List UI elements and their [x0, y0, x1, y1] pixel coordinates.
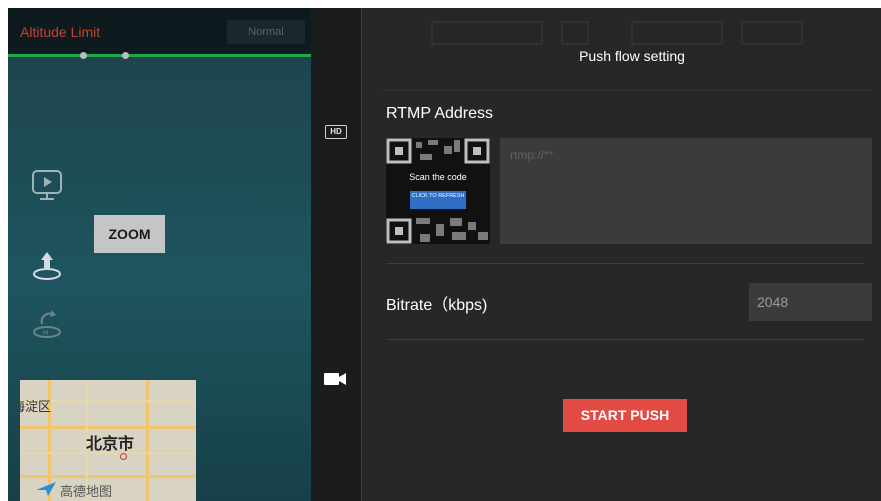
svg-text:H: H: [43, 329, 48, 337]
bitrate-input[interactable]: 2048: [749, 283, 872, 321]
playback-icon[interactable]: [30, 168, 64, 202]
altitude-limit-label: Altitude Limit: [20, 24, 101, 40]
camera-view: Altitude Limit Normal H ZOOM 淀区 北京市 高德地图: [8, 8, 311, 501]
status-line: [8, 54, 311, 57]
divider-2: [386, 339, 864, 340]
return-home-icon[interactable]: H: [30, 306, 64, 340]
map-city-label: 北京市: [86, 434, 135, 453]
panel-title: Push flow setting: [579, 48, 685, 64]
flight-mode-button[interactable]: Normal: [227, 20, 305, 44]
video-camera-icon[interactable]: [323, 370, 347, 388]
slider-dot-2[interactable]: [122, 52, 129, 59]
hd-toggle[interactable]: HD: [325, 125, 347, 139]
qr-code[interactable]: Scan the code CLICK TO REFRESH: [386, 138, 490, 244]
push-flow-panel: Push flow setting RTMP Address Scan the …: [362, 8, 881, 501]
takeoff-icon[interactable]: [30, 248, 64, 282]
start-push-button[interactable]: START PUSH: [563, 399, 687, 432]
mini-map[interactable]: 海淀区 北京市 高德地图: [20, 380, 196, 501]
slider-dot-1[interactable]: [80, 52, 87, 59]
divider-1: [386, 263, 864, 264]
map-location-icon: [120, 453, 127, 460]
rtmp-address-label: RTMP Address: [386, 105, 494, 122]
app-frame: Altitude Limit Normal H ZOOM 淀区 北京市 高德地图…: [8, 8, 881, 501]
camera-topbar: Altitude Limit Normal: [8, 8, 311, 56]
qr-refresh-button[interactable]: CLICK TO REFRESH: [410, 191, 466, 209]
qr-scan-text: Scan the code: [409, 172, 467, 182]
map-watermark: 高德地图: [60, 485, 113, 500]
rtmp-address-input[interactable]: rtmp://**: [500, 138, 872, 244]
map-district-label: 海淀区: [20, 400, 52, 415]
map-logo-icon: [36, 482, 56, 496]
bitrate-label: Bitrate（kbps): [386, 297, 488, 314]
zoom-button[interactable]: ZOOM: [94, 215, 165, 253]
camera-mode-strip: HD: [311, 8, 362, 501]
